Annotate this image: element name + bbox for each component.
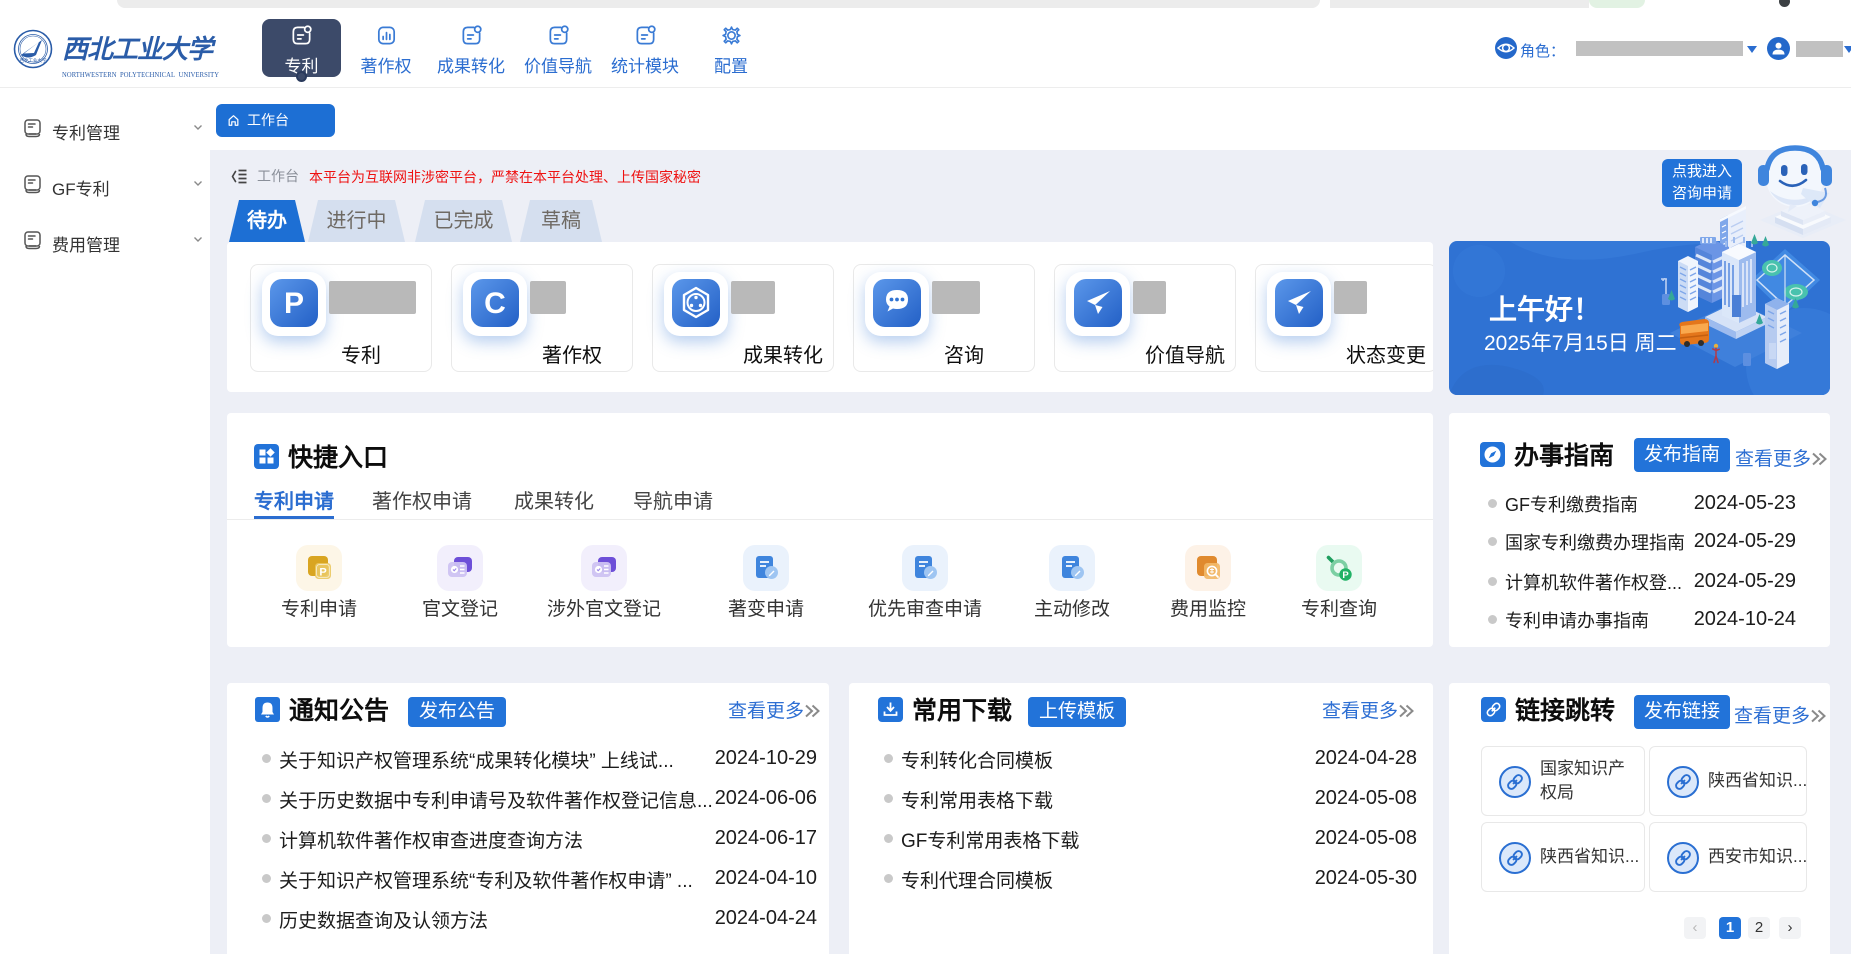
- svg-text:C: C: [484, 287, 506, 320]
- svg-text:P: P: [284, 287, 304, 320]
- svg-text:西北工业大学: 西北工业大学: [20, 57, 47, 64]
- svg-text:P: P: [1342, 570, 1349, 581]
- svg-text:P: P: [319, 567, 326, 579]
